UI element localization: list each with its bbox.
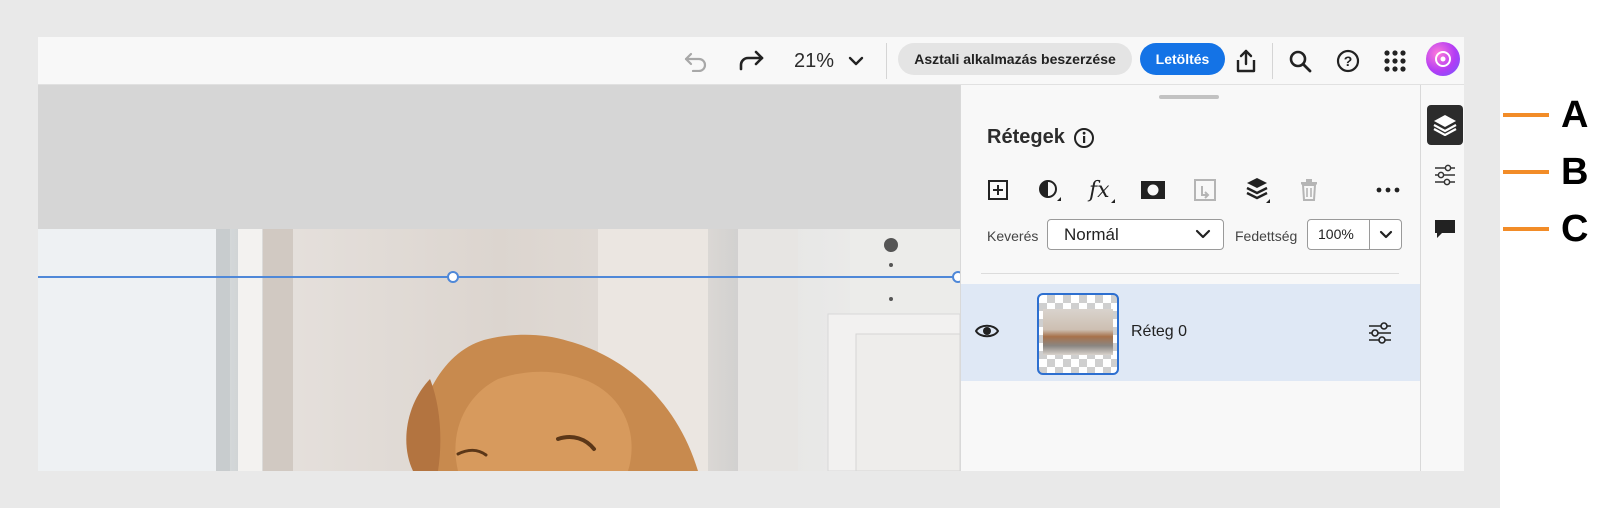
get-desktop-app-button[interactable]: Asztali alkalmazás beszerzése	[898, 43, 1132, 75]
chevron-down-icon	[848, 56, 864, 66]
layers-panel: Rétegek fx Keverés Normál Fedettség 100%…	[960, 85, 1420, 471]
mask-icon[interactable]	[1138, 175, 1168, 205]
panel-grabber[interactable]	[1159, 95, 1219, 99]
layer-thumbnail-image	[1043, 309, 1113, 355]
callout-line-c	[1503, 227, 1549, 231]
adjustment-icon[interactable]	[1035, 175, 1065, 205]
transform-handle[interactable]	[447, 271, 459, 283]
info-icon[interactable]	[1073, 127, 1095, 154]
download-button[interactable]: Letöltés	[1140, 43, 1225, 75]
blend-mode-value: Normál	[1064, 224, 1119, 244]
callout-label-b: B	[1561, 151, 1589, 193]
selection-border	[38, 276, 960, 278]
canvas-area[interactable]	[38, 85, 960, 471]
layer-name: Réteg 0	[1131, 323, 1188, 340]
divider	[981, 273, 1399, 274]
zoom-level: 21%	[794, 49, 835, 72]
share-icon[interactable]	[1230, 45, 1262, 77]
layer-row[interactable]: Réteg 0	[961, 284, 1420, 381]
apps-grid-icon[interactable]	[1379, 45, 1411, 77]
search-icon[interactable]	[1284, 45, 1316, 77]
dog-photo	[38, 229, 960, 471]
callout-line-a	[1503, 113, 1549, 117]
layer-thumbnail[interactable]	[1037, 293, 1119, 375]
top-bar: 21% Asztali alkalmazás beszerzése Letölt…	[38, 37, 1464, 85]
undo-icon[interactable]	[680, 45, 712, 77]
comments-icon[interactable]	[1427, 209, 1463, 249]
help-icon[interactable]: ?	[1332, 45, 1364, 77]
layers-icon[interactable]	[1427, 105, 1463, 145]
delete-icon[interactable]	[1294, 175, 1324, 205]
layer-properties-icon[interactable]	[1367, 321, 1393, 350]
zoom-control[interactable]: 21%	[794, 47, 864, 75]
layer-stack-icon[interactable]	[1243, 175, 1273, 205]
blend-mode-select[interactable]: Normál	[1047, 219, 1224, 250]
more-icon[interactable]	[1373, 175, 1403, 205]
properties-icon[interactable]	[1427, 155, 1463, 195]
redo-icon[interactable]	[735, 45, 767, 77]
photoshop-web-app: 21% Asztali alkalmazás beszerzése Letölt…	[38, 37, 1464, 471]
clip-icon[interactable]	[1190, 175, 1220, 205]
opacity-value: 100%	[1318, 226, 1354, 242]
chevron-down-icon	[1195, 229, 1211, 239]
opacity-label: Fedettség	[1235, 228, 1298, 244]
svg-text:fx: fx	[1087, 178, 1110, 203]
callout-label-c: C	[1561, 208, 1589, 250]
chevron-down-icon	[1379, 230, 1392, 239]
opacity-dropdown-button[interactable]	[1369, 220, 1401, 249]
add-layer-icon[interactable]	[983, 175, 1013, 205]
fx-icon[interactable]: fx	[1087, 175, 1117, 205]
opacity-field[interactable]: 100%	[1307, 219, 1402, 250]
avatar-icon[interactable]	[1426, 42, 1460, 76]
divider	[886, 43, 887, 79]
right-rail	[1420, 85, 1464, 471]
transform-handle[interactable]	[952, 271, 960, 283]
callout-line-b	[1503, 170, 1549, 174]
panel-title: Rétegek	[987, 126, 1065, 148]
callout-label-a: A	[1561, 94, 1589, 136]
divider	[1272, 43, 1273, 79]
visibility-eye-icon[interactable]	[974, 321, 1000, 346]
blend-label: Keverés	[987, 228, 1039, 244]
svg-text:?: ?	[1344, 53, 1353, 69]
